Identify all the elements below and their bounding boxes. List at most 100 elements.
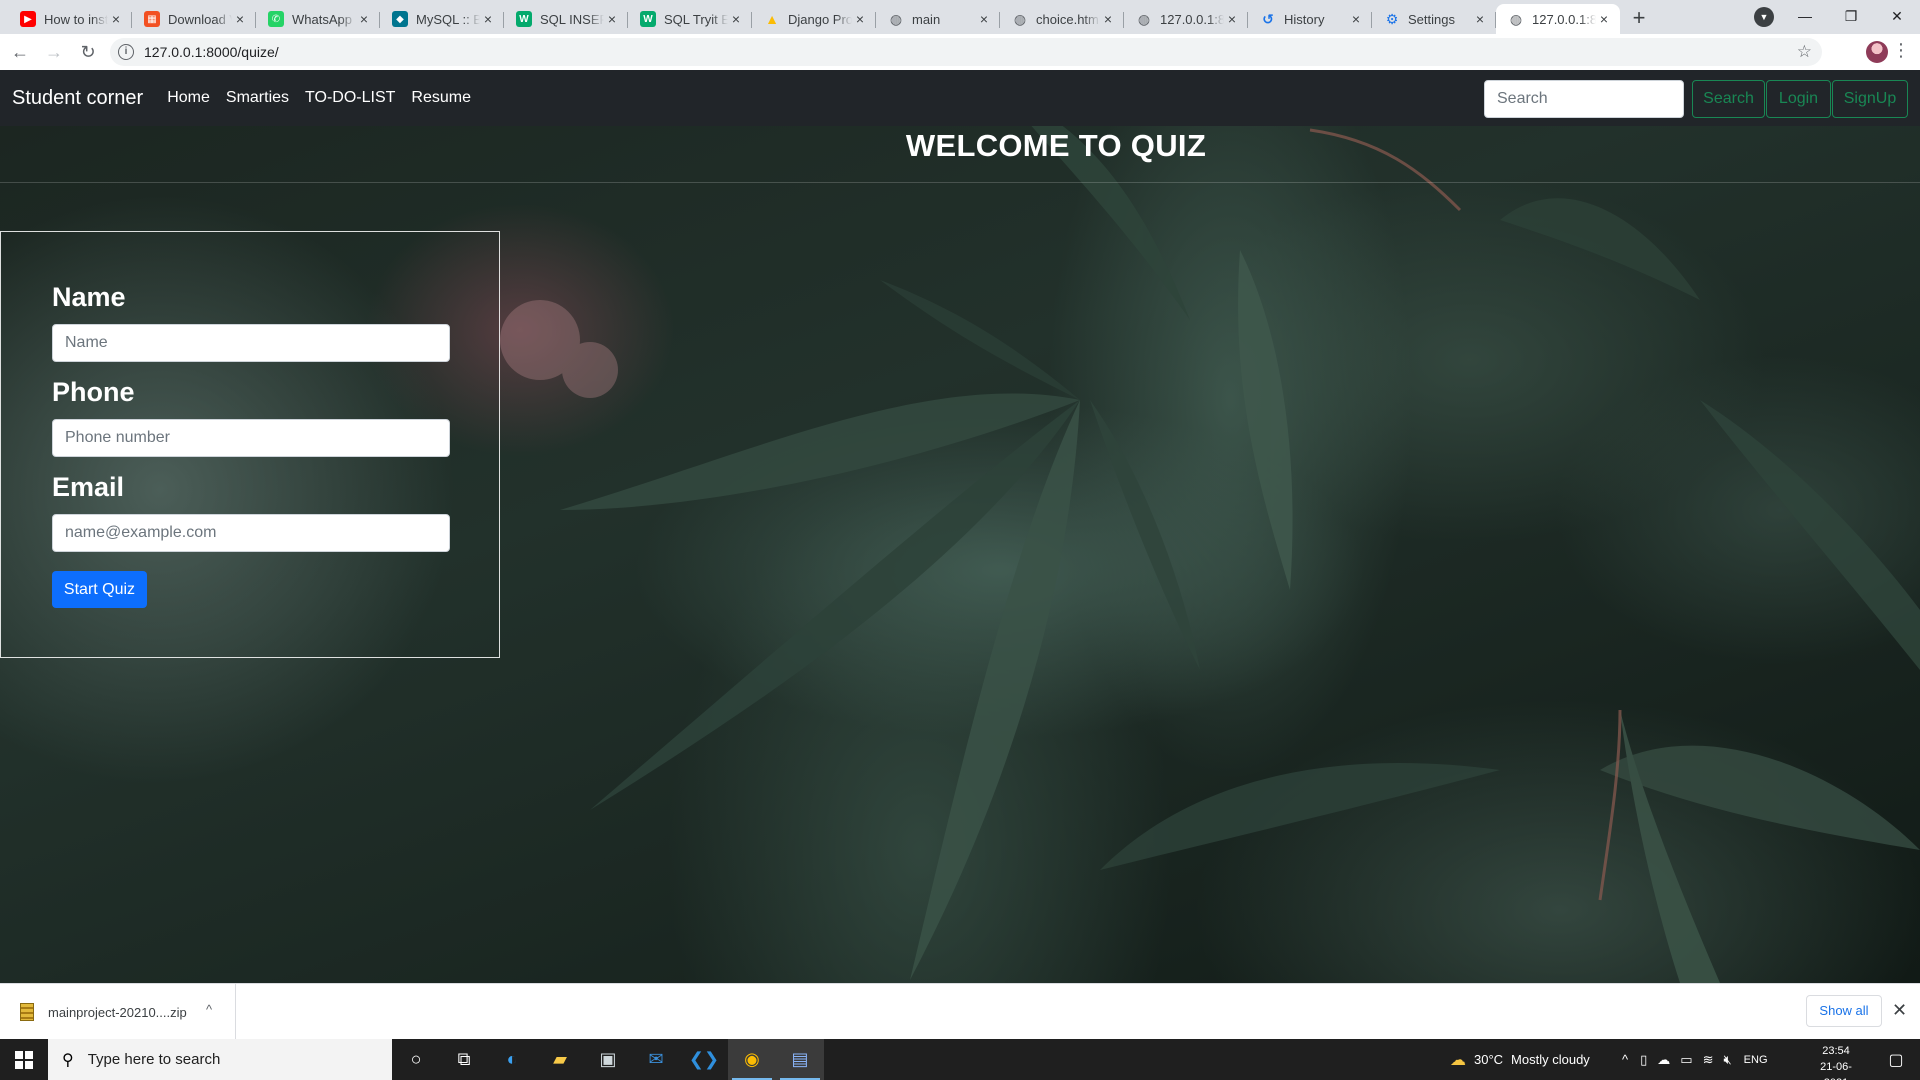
- windows-icon: ▦: [144, 11, 160, 27]
- task-view-icon[interactable]: ⧉: [440, 1039, 488, 1080]
- site-search-button[interactable]: Search: [1692, 80, 1765, 118]
- onedrive-icon[interactable]: ☁: [1657, 1052, 1670, 1068]
- close-tab-icon[interactable]: ×: [976, 11, 992, 27]
- chevron-up-icon[interactable]: ^: [206, 1002, 212, 1017]
- close-tab-icon[interactable]: ×: [852, 11, 868, 27]
- browser-tab[interactable]: ▲ Django Proj ×: [752, 4, 876, 34]
- language-indicator[interactable]: ENG: [1744, 1054, 1768, 1066]
- edge-browser-icon[interactable]: ◐: [488, 1039, 536, 1080]
- weather-widget[interactable]: ☁ 30°C Mostly cloudy: [1450, 1039, 1590, 1080]
- address-bar[interactable]: i 127.0.0.1:8000/quize/ ☆: [110, 38, 1822, 66]
- mysql-icon: ◆: [392, 11, 408, 27]
- globe-icon: ◍: [1013, 10, 1027, 27]
- site-brand[interactable]: Student corner: [12, 87, 143, 110]
- browser-tab[interactable]: ▶ How to insta×: [8, 4, 132, 34]
- browser-tab[interactable]: ◆ MySQL :: Be×: [380, 4, 504, 34]
- login-button[interactable]: Login: [1766, 80, 1831, 118]
- globe-icon: ◍: [889, 10, 903, 27]
- vscode-icon[interactable]: ❮❯: [680, 1039, 728, 1080]
- file-explorer-icon[interactable]: ▰: [536, 1039, 584, 1080]
- close-tab-icon[interactable]: ×: [232, 11, 248, 27]
- email-label: Email: [52, 472, 125, 502]
- browser-menu-icon[interactable]: ⋮: [1892, 40, 1910, 61]
- tab-title: Settings: [1408, 11, 1455, 27]
- close-tab-icon[interactable]: ×: [604, 11, 620, 27]
- browser-tab[interactable]: ◍ 127.0.0.1:80×: [1496, 4, 1620, 34]
- system-tray: ^ ▯ ☁ ▭ ≋ 🔇︎ ENG: [1622, 1039, 1768, 1080]
- close-tab-icon[interactable]: ×: [1348, 11, 1364, 27]
- profile-avatar[interactable]: [1866, 41, 1888, 63]
- browser-tab[interactable]: ⚙ Settings ×: [1372, 4, 1496, 34]
- tray-expand-icon[interactable]: ^: [1622, 1052, 1628, 1067]
- minimize-button[interactable]: —: [1782, 0, 1828, 34]
- maximize-button[interactable]: ❐: [1828, 0, 1874, 34]
- nav-link-todo-list[interactable]: TO-DO-LIST: [305, 89, 395, 107]
- download-item[interactable]: mainproject-20210....zip ^: [0, 984, 236, 1040]
- close-window-button[interactable]: ✕: [1874, 0, 1920, 34]
- new-tab-button[interactable]: +: [1624, 4, 1654, 34]
- windows-start-button[interactable]: [0, 1039, 48, 1080]
- close-tab-icon[interactable]: ×: [1596, 11, 1612, 27]
- notification-center-icon[interactable]: ▢: [1872, 1039, 1920, 1080]
- chrome-icon[interactable]: ◉: [728, 1039, 776, 1080]
- phone-label: Phone: [52, 377, 135, 407]
- nav-link-home[interactable]: Home: [167, 89, 210, 107]
- nav-link-resume[interactable]: Resume: [411, 89, 471, 107]
- python-idle-icon[interactable]: ▤: [776, 1039, 824, 1080]
- windows-taskbar: ⚲ Type here to search ○ ⧉ ◐ ▰ ▣ ✉ ❮❯ ◉ ▤…: [0, 1039, 1920, 1080]
- heading-divider: [0, 182, 1920, 183]
- nav-link-smarties[interactable]: Smarties: [226, 89, 289, 107]
- browser-tab[interactable]: ◍ main ×: [876, 4, 1000, 34]
- google-drive-icon: ▲: [765, 11, 779, 27]
- forward-button[interactable]: →: [40, 38, 68, 66]
- taskbar-search-box[interactable]: ⚲ Type here to search: [48, 1039, 392, 1080]
- browser-tab[interactable]: ↺ History ×: [1248, 4, 1372, 34]
- mail-icon[interactable]: ✉: [632, 1039, 680, 1080]
- w3schools-icon: W: [516, 11, 532, 27]
- browser-tab[interactable]: W SQL Tryit Ed×: [628, 4, 752, 34]
- signup-button[interactable]: SignUp: [1832, 80, 1908, 118]
- battery-icon[interactable]: ▭: [1680, 1052, 1692, 1068]
- phone-input[interactable]: Phone number: [52, 419, 450, 457]
- close-tab-icon[interactable]: ×: [728, 11, 744, 27]
- show-all-downloads-button[interactable]: Show all: [1806, 995, 1882, 1027]
- browser-tab[interactable]: W SQL INSERT×: [504, 4, 628, 34]
- browser-tab[interactable]: ◍ 127.0.0.1:80×: [1124, 4, 1248, 34]
- window-controls: — ❐ ✕: [1782, 0, 1920, 34]
- close-tab-icon[interactable]: ×: [356, 11, 372, 27]
- close-tab-icon[interactable]: ×: [1100, 11, 1116, 27]
- reload-button[interactable]: ↻: [74, 38, 102, 66]
- close-tab-icon[interactable]: ×: [1224, 11, 1240, 27]
- clock[interactable]: 23:54 21-06-2021: [1808, 1043, 1864, 1080]
- browser-tab-strip: ▶How to insta×▦Download V×✆WhatsApp×◆MyS…: [0, 0, 1920, 34]
- whatsapp-icon: ✆: [268, 11, 284, 27]
- zip-file-icon: [20, 1003, 34, 1021]
- cortana-icon[interactable]: ○: [392, 1039, 440, 1080]
- meet-now-icon[interactable]: ▯: [1640, 1052, 1647, 1068]
- start-quiz-button[interactable]: Start Quiz: [52, 571, 147, 608]
- close-tab-icon[interactable]: ×: [108, 11, 124, 27]
- tab-list: ▶How to insta×▦Download V×✆WhatsApp×◆MyS…: [0, 0, 1620, 34]
- clock-date: 21-06-2021: [1820, 1061, 1852, 1080]
- microsoft-store-icon[interactable]: ▣: [584, 1039, 632, 1080]
- tab-title: Django Proj: [788, 11, 852, 27]
- email-input[interactable]: name@example.com: [52, 514, 450, 552]
- close-shelf-icon[interactable]: ✕: [1892, 1000, 1907, 1021]
- site-info-icon[interactable]: i: [118, 44, 134, 60]
- gear-icon: ⚙: [1385, 10, 1399, 27]
- name-input[interactable]: Name: [52, 324, 450, 362]
- close-tab-icon[interactable]: ×: [480, 11, 496, 27]
- browser-tab[interactable]: ▦ Download V ×: [132, 4, 256, 34]
- site-search-input[interactable]: Search: [1484, 80, 1684, 118]
- back-button[interactable]: ←: [6, 38, 34, 66]
- download-shelf: mainproject-20210....zip ^ Show all ✕: [0, 983, 1920, 1040]
- browser-tab[interactable]: ✆ WhatsApp ×: [256, 4, 380, 34]
- bookmark-star-icon[interactable]: ☆: [1797, 42, 1812, 62]
- tab-search-icon[interactable]: ▼: [1754, 7, 1774, 27]
- address-bar-url[interactable]: 127.0.0.1:8000/quize/: [144, 44, 279, 60]
- download-file-name[interactable]: mainproject-20210....zip: [48, 1005, 187, 1020]
- browser-tab[interactable]: ◍ choice.html ×: [1000, 4, 1124, 34]
- wifi-icon[interactable]: ≋: [1703, 1052, 1714, 1068]
- volume-muted-icon[interactable]: 🔇︎: [1723, 1052, 1731, 1068]
- close-tab-icon[interactable]: ×: [1472, 11, 1488, 27]
